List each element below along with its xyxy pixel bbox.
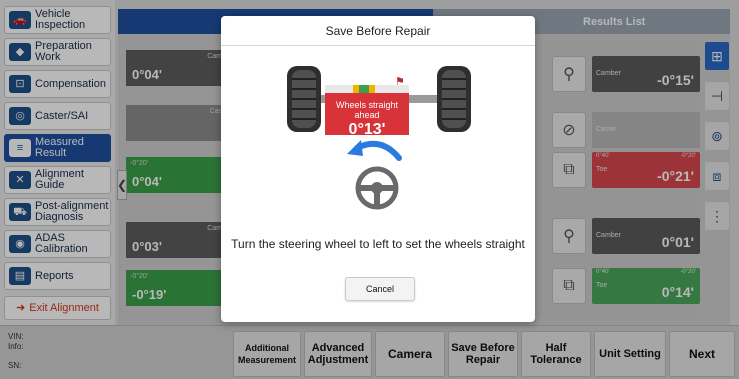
dialog-title: Save Before Repair [221,16,535,46]
rotate-left-arrow-icon [347,140,402,161]
gauge-label: Wheels straight ahead [335,100,399,120]
cancel-button[interactable]: Cancel [345,277,415,301]
gauge-flag-icon: ⚑ [395,76,405,88]
dialog-instruction: Turn the steering wheel to left to set t… [231,237,525,251]
wheels-straight-gauge: ⚑ Wheels straight ahead 0°13' [325,76,409,138]
save-before-repair-dialog: Save Before Repair ⚑ Wheels straight ahe… [221,16,535,322]
steering-wheel-icon [355,166,399,210]
cancel-label: Cancel [365,284,394,294]
